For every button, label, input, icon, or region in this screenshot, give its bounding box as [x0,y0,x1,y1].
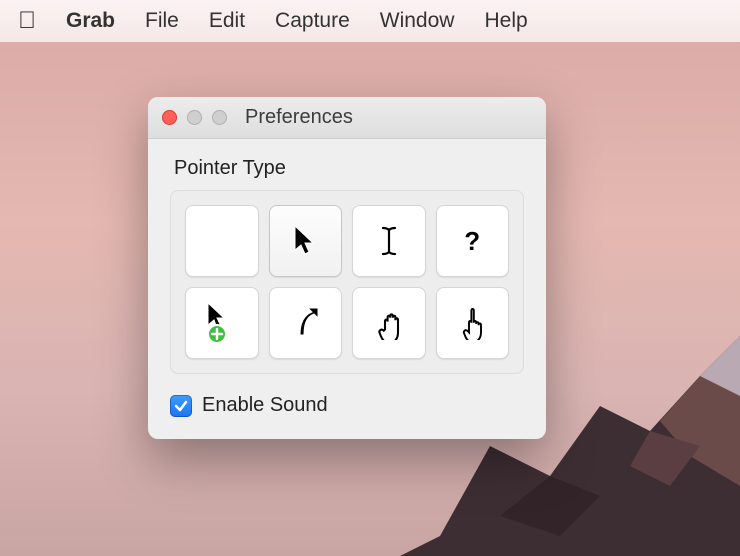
alias-cursor-icon [290,305,320,341]
menubar-item-window[interactable]: Window [380,9,455,33]
preferences-window: Preferences Pointer Type [148,97,546,439]
window-title: Preferences [245,106,353,129]
pointer-grid-container: ? [170,190,524,374]
enable-sound-row: Enable Sound [170,394,524,417]
window-close-button[interactable] [162,110,177,125]
pointer-option-alias[interactable] [269,287,343,359]
enable-sound-checkbox[interactable] [170,395,192,417]
arrow-cursor-icon [290,224,320,258]
menubar-item-capture[interactable]: Capture [275,9,350,33]
pointer-option-pointing-hand[interactable] [436,287,510,359]
pointing-hand-cursor-icon [457,306,487,340]
window-titlebar[interactable]: Preferences [148,97,546,139]
pointer-option-ibeam[interactable] [352,205,426,277]
window-zoom-button[interactable] [212,110,227,125]
enable-sound-label: Enable Sound [202,394,328,417]
ibeam-cursor-icon [379,224,399,258]
menubar-item-edit[interactable]: Edit [209,9,245,33]
pointer-grid: ? [185,205,509,359]
pointer-option-copy[interactable] [185,287,259,359]
pointer-option-help[interactable]: ? [436,205,510,277]
pointer-type-label: Pointer Type [174,157,524,180]
menubar:  Grab File Edit Capture Window Help [0,0,740,42]
apple-menu-icon[interactable]:  [18,7,36,35]
menubar-item-file[interactable]: File [145,9,179,33]
window-traffic-lights [162,110,227,125]
pointer-option-open-hand[interactable] [352,287,426,359]
copy-cursor-icon [202,301,242,345]
menubar-item-help[interactable]: Help [484,9,527,33]
window-content: Pointer Type ? [148,139,546,439]
menubar-app-name[interactable]: Grab [66,9,115,33]
help-cursor-icon: ? [464,226,480,257]
open-hand-cursor-icon [372,306,406,340]
checkmark-icon [173,398,189,414]
pointer-option-none[interactable] [185,205,259,277]
pointer-option-arrow[interactable] [269,205,343,277]
window-minimize-button[interactable] [187,110,202,125]
